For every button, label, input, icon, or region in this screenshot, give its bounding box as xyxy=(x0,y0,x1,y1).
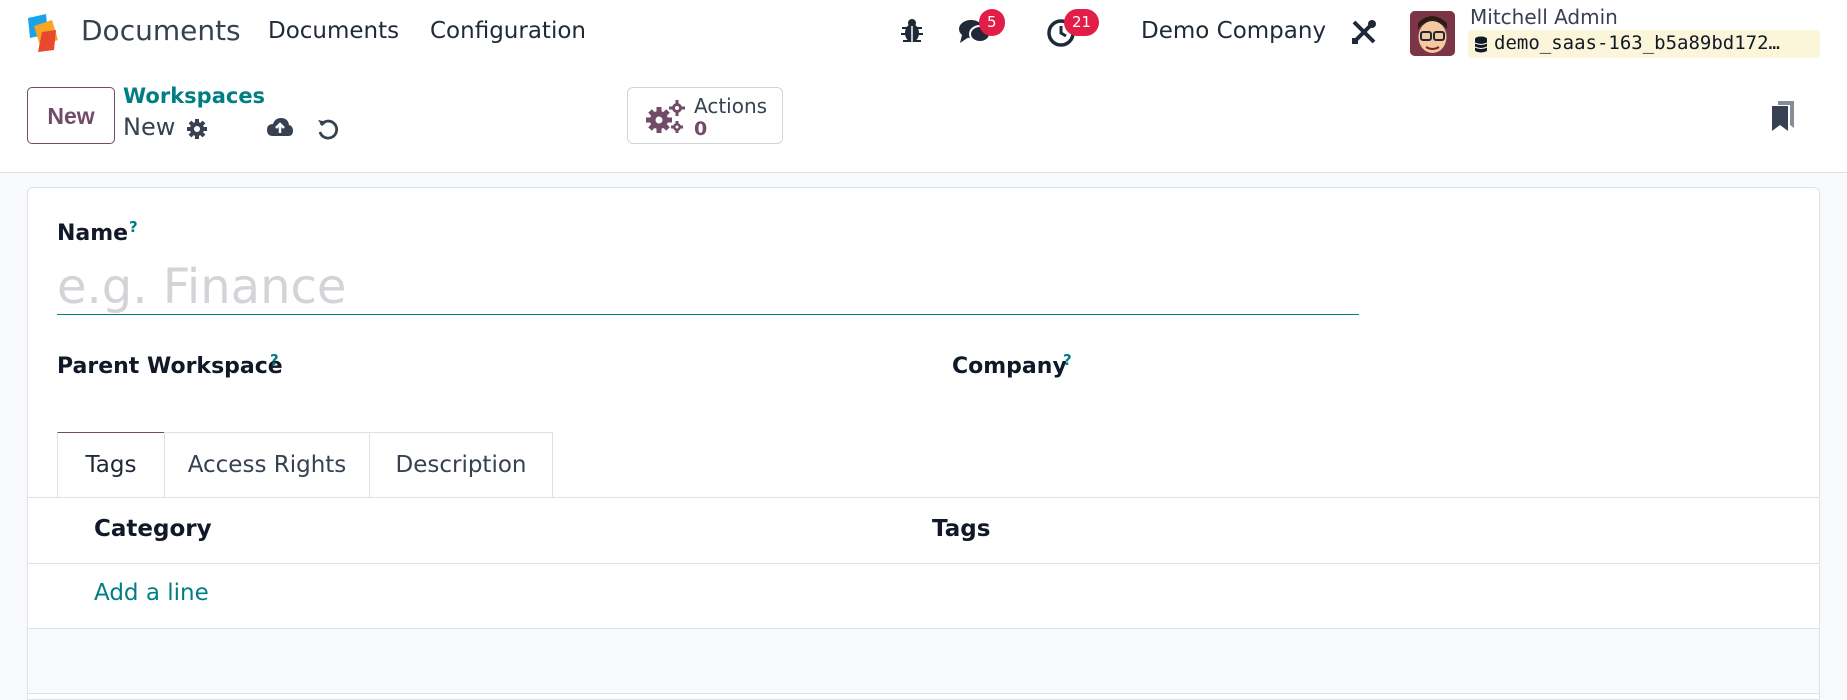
company-switcher[interactable]: Demo Company xyxy=(1141,18,1326,44)
app-name[interactable]: Documents xyxy=(81,14,241,47)
undo-icon[interactable] xyxy=(316,117,340,141)
column-category[interactable]: Category xyxy=(94,516,212,542)
documents-app-logo-icon[interactable] xyxy=(24,12,66,54)
bug-icon[interactable] xyxy=(900,18,924,44)
messages-count-badge: 5 xyxy=(979,9,1005,36)
actions-smart-button[interactable]: Actions 0 xyxy=(627,87,783,144)
company-help-tooltip[interactable]: ? xyxy=(1063,351,1072,369)
new-button[interactable]: New xyxy=(27,87,115,144)
list-item: Add a line xyxy=(28,564,1819,629)
actions-label: Actions xyxy=(694,94,768,118)
name-help-tooltip[interactable]: ? xyxy=(129,218,138,236)
database-icon xyxy=(1474,36,1488,53)
avatar-face-icon xyxy=(1410,11,1455,56)
menu-item-documents[interactable]: Documents xyxy=(268,18,399,44)
name-label: Name xyxy=(57,221,129,246)
parent-workspace-label: Parent Workspace xyxy=(57,354,283,379)
name-input[interactable] xyxy=(57,260,1359,315)
activities-count-badge: 21 xyxy=(1064,9,1100,36)
company-label: Company xyxy=(952,354,1067,379)
add-a-line-link[interactable]: Add a line xyxy=(94,580,209,606)
tags-list-header: Category Tags xyxy=(28,498,1819,564)
menu-item-configuration[interactable]: Configuration xyxy=(430,18,586,44)
database-name: demo_saas-163_b5a89bd172… xyxy=(1494,32,1780,54)
cloud-upload-icon[interactable] xyxy=(266,116,294,140)
tab-description[interactable]: Description xyxy=(369,432,553,498)
user-avatar[interactable] xyxy=(1410,11,1455,56)
control-panel: New Workspaces New Actions 0 xyxy=(0,66,1847,173)
form-sheet: Name ? Parent Workspace ? Company ? Tags… xyxy=(27,187,1820,700)
bookmark-icon[interactable] xyxy=(1770,100,1796,132)
column-tags[interactable]: Tags xyxy=(932,516,990,542)
tab-tags[interactable]: Tags xyxy=(57,432,165,498)
breadcrumb-workspaces[interactable]: Workspaces xyxy=(123,84,265,108)
gear-icon[interactable] xyxy=(186,118,208,140)
gears-icon xyxy=(646,100,685,133)
tools-icon[interactable] xyxy=(1350,18,1378,46)
parent-workspace-help-tooltip[interactable]: ? xyxy=(270,351,279,369)
top-navbar: Documents Documents Configuration 5 21 D… xyxy=(0,0,1847,66)
empty-list-row xyxy=(28,629,1819,694)
breadcrumb-current: New xyxy=(123,113,176,141)
database-badge: demo_saas-163_b5a89bd172… xyxy=(1468,30,1820,58)
tab-access-rights[interactable]: Access Rights xyxy=(164,432,370,498)
user-name[interactable]: Mitchell Admin xyxy=(1470,5,1618,29)
actions-count: 0 xyxy=(694,118,708,140)
